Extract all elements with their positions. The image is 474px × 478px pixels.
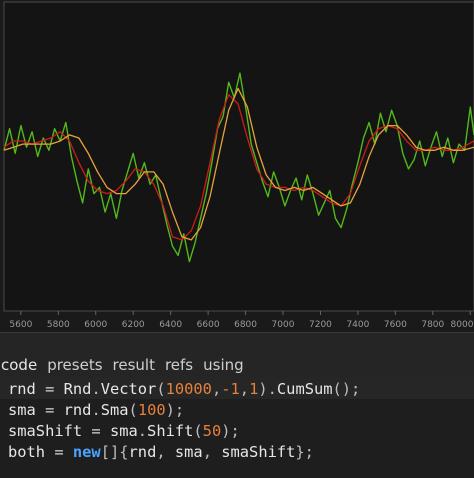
chart-panel: 5600 5800 6000 6200 6400 6600 6800 7000 7200 7400… xyxy=(0,0,474,332)
code-token: ); xyxy=(221,422,240,440)
x-tick-label: 7200 xyxy=(309,320,332,330)
code-line[interactable]: rnd = Rnd.Vector(10000,-1,1).CumSum(); xyxy=(8,379,360,400)
code-token: = xyxy=(35,380,64,398)
x-tick-label: 6600 xyxy=(197,320,220,330)
code-token: smaShift xyxy=(221,443,296,461)
code-line[interactable]: sma = rnd.Sma(100); xyxy=(8,400,184,421)
x-tick-label: 6400 xyxy=(159,320,182,330)
code-token: sma xyxy=(8,401,36,419)
code-token: }; xyxy=(295,443,314,461)
code-token: new xyxy=(72,443,101,461)
code-editor[interactable]: rnd = Rnd.Vector(10000,-1,1).CumSum(); sm… xyxy=(0,378,474,478)
tab-using[interactable]: using xyxy=(202,356,245,374)
code-token: Vector xyxy=(100,380,157,398)
code-token: , xyxy=(239,380,250,398)
x-tick-label: 6000 xyxy=(84,320,107,330)
code-token: , xyxy=(202,443,222,461)
code-token: 10000 xyxy=(165,380,212,398)
code-token: ( xyxy=(156,380,166,398)
x-tick-label: 8000 xyxy=(451,320,474,330)
code-token: sma xyxy=(174,443,203,461)
x-axis-ticks: 5600 5800 6000 6200 6400 6600 6800 7000 7200 7400… xyxy=(9,311,474,330)
code-token: rnd xyxy=(128,443,157,461)
code-token: 50 xyxy=(202,422,222,440)
code-token: = xyxy=(35,401,64,419)
code-token: . xyxy=(137,422,148,440)
code-token: ( xyxy=(128,401,138,419)
x-tick-label: 5600 xyxy=(9,320,32,330)
code-token: 1 xyxy=(249,380,259,398)
x-tick-label: 7400 xyxy=(346,320,369,330)
code-token: Rnd xyxy=(63,380,92,398)
tab-bar: code presets result refs using xyxy=(0,352,474,378)
code-token: smaShift xyxy=(8,422,83,440)
line-chart: 5600 5800 6000 6200 6400 6600 6800 7000 7200 7400… xyxy=(3,1,474,330)
code-token: . xyxy=(91,401,101,419)
tab-refs[interactable]: refs xyxy=(164,356,194,374)
code-token: , xyxy=(211,380,222,398)
code-token: 100 xyxy=(137,401,166,419)
x-tick-label: 7600 xyxy=(384,320,407,330)
code-token: { xyxy=(119,443,129,461)
code-token: rnd xyxy=(63,401,92,419)
panel-splitter[interactable] xyxy=(0,332,474,353)
tab-presets[interactable]: presets xyxy=(46,356,103,374)
code-line[interactable]: smaShift = sma.Shift(50); xyxy=(8,421,240,442)
code-token: [] xyxy=(100,443,120,461)
code-token: Shift xyxy=(147,422,194,440)
x-tick-label: 5800 xyxy=(47,320,70,330)
code-token: Sma xyxy=(100,401,129,419)
code-token: (); xyxy=(332,380,361,398)
code-token: CumSum xyxy=(276,380,333,398)
code-token: . xyxy=(267,380,277,398)
x-tick-label: 7800 xyxy=(421,320,444,330)
code-token: = xyxy=(82,422,110,440)
code-line[interactable]: both = new[]{rnd, sma, smaShift}; xyxy=(8,442,314,463)
code-token: sma xyxy=(109,422,138,440)
code-token: rnd xyxy=(8,380,36,398)
x-tick-label: 6800 xyxy=(234,320,257,330)
code-token: ); xyxy=(165,401,185,419)
code-token: . xyxy=(91,380,101,398)
code-token: ( xyxy=(193,422,203,440)
code-token: both xyxy=(8,443,46,461)
tab-code[interactable]: code xyxy=(0,356,38,374)
code-token: , xyxy=(156,443,175,461)
x-tick-label: 7000 xyxy=(272,320,295,330)
code-token: -1 xyxy=(221,380,240,398)
code-token: = xyxy=(45,443,73,461)
code-token: ) xyxy=(258,380,268,398)
tab-result[interactable]: result xyxy=(112,356,156,374)
x-tick-label: 6200 xyxy=(122,320,145,330)
